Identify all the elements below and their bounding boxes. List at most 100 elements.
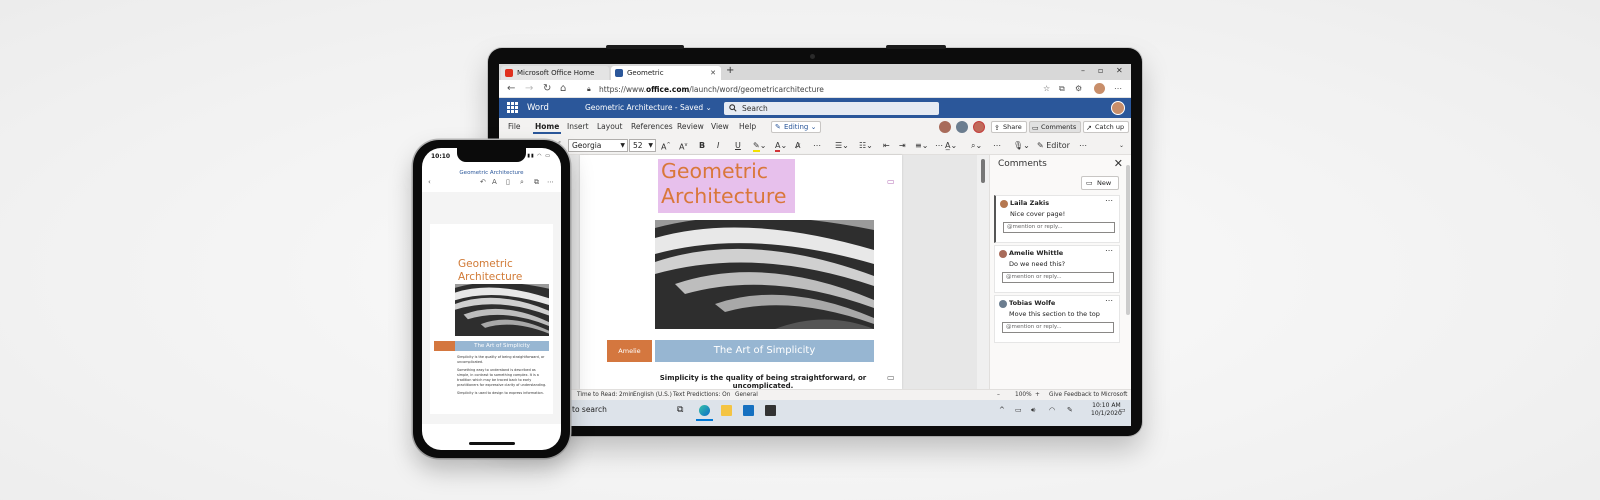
tab-references[interactable]: References (631, 118, 673, 136)
more-icon[interactable]: ⋯ (1079, 136, 1087, 155)
network-icon[interactable]: ▭ (1015, 400, 1022, 420)
editing-mode-button[interactable]: ✎ Editing ⌄ (771, 121, 822, 133)
new-tab-icon[interactable]: + (726, 64, 734, 78)
share-button[interactable]: ⇪ Share (991, 121, 1027, 133)
pen-icon[interactable]: ✎ (1067, 400, 1073, 420)
undo-icon[interactable]: ↶ (480, 178, 486, 186)
back-icon[interactable]: ‹ (428, 178, 431, 186)
coauthor-avatar[interactable] (973, 121, 985, 133)
increase-indent-icon[interactable]: ⇥ (899, 136, 906, 155)
find-icon[interactable]: ⌕⌄ (971, 136, 982, 155)
bullets-icon[interactable]: ☰⌄ (835, 136, 849, 155)
decrease-indent-icon[interactable]: ⇤ (883, 136, 890, 155)
architecture-photo[interactable] (655, 220, 874, 329)
document-scrollbar[interactable] (977, 155, 989, 389)
chevron-down-icon[interactable]: ⌄ (1119, 136, 1124, 155)
shrink-font-icon[interactable]: Av (679, 136, 687, 157)
favorites-star-icon[interactable]: ☆ (1043, 82, 1050, 96)
styles-icon[interactable]: A̲⌄ (945, 136, 957, 155)
comments-scrollbar[interactable] (1126, 165, 1130, 315)
share-icon[interactable]: ⧉ (534, 178, 539, 187)
scrollbar-thumb[interactable] (981, 159, 985, 183)
tab-insert[interactable]: Insert (567, 118, 589, 136)
dictate-icon[interactable]: 🎙︎⌄ (1013, 136, 1030, 155)
home-icon[interactable]: ⌂ (560, 82, 566, 96)
more-icon[interactable]: ⋯ (1114, 82, 1122, 96)
edge-icon[interactable] (696, 405, 713, 421)
app-name[interactable]: Word (527, 98, 549, 118)
zoom-out-icon[interactable]: – (997, 390, 1000, 400)
body-text[interactable]: Simplicity is the quality of being strai… (658, 374, 868, 390)
close-tab-icon[interactable]: ✕ (710, 66, 716, 80)
document-heading[interactable]: Geometric Architecture (658, 159, 795, 213)
catch-up-button[interactable]: ↗ Catch up (1083, 121, 1130, 133)
font-size-select[interactable]: 52 ▼ (629, 139, 656, 152)
editor-button[interactable]: ✎ Editor (1037, 136, 1070, 155)
grow-font-icon[interactable]: A^ (661, 136, 671, 157)
close-icon[interactable]: ✕ (1114, 157, 1123, 170)
tab-view[interactable]: View (711, 118, 729, 136)
refresh-icon[interactable]: ↻ (543, 82, 551, 96)
reply-input[interactable]: @mention or reply... (1003, 222, 1115, 233)
numbering-icon[interactable]: ☷⌄ (859, 136, 873, 155)
more-icon[interactable]: ⋯ (1105, 296, 1113, 305)
tab-home[interactable]: Home (532, 118, 562, 136)
wifi-icon[interactable]: ◠ (1049, 400, 1055, 420)
comment-card[interactable]: Amelie Whittle ⋯ Do we need this? @menti… (994, 245, 1120, 293)
browser-tab-document[interactable]: Geometric Architecture.docx ✕ (611, 66, 721, 91)
font-color-icon[interactable]: A⌄ (775, 136, 787, 155)
feedback-link[interactable]: Give Feedback to Microsoft (1049, 390, 1127, 400)
store-icon[interactable] (765, 405, 776, 416)
comments-button[interactable]: ▭ Comments (1029, 121, 1082, 133)
browser-tab-office-home[interactable]: Microsoft Office Home (501, 66, 609, 80)
user-avatar[interactable] (1111, 101, 1125, 115)
more-icon[interactable]: ⋯ (1105, 246, 1113, 255)
new-comment-button[interactable]: ▭ New (1081, 176, 1119, 190)
align-icon[interactable]: ≡⌄ (915, 136, 928, 155)
zoom-level[interactable]: 100% (1015, 390, 1032, 400)
language-status[interactable]: English (U.S.) (633, 390, 672, 400)
tray-chevron-icon[interactable]: ^ (999, 400, 1005, 420)
tab-layout[interactable]: Layout (597, 118, 623, 136)
reply-input[interactable]: @mention or reply... (1002, 322, 1114, 333)
more-icon[interactable]: ⋯ (993, 136, 1001, 155)
extensions-icon[interactable]: ⚙ (1075, 82, 1082, 96)
more-icon[interactable]: ⋯ (547, 178, 554, 186)
paragraph-spacing-icon[interactable]: ⋯ (935, 136, 943, 155)
home-indicator[interactable] (469, 442, 515, 445)
document-page[interactable]: Geometric Architecture Amelie Whittle Th… (580, 155, 902, 390)
phone-doc-heading[interactable]: Geometric Architecture (458, 258, 522, 284)
forward-icon[interactable]: → (525, 82, 533, 96)
more-icon[interactable]: ⋯ (1105, 196, 1113, 205)
maximize-icon[interactable]: ▫ (1098, 64, 1103, 78)
author-name[interactable]: Amelie Whittle (607, 340, 652, 377)
collections-icon[interactable]: ⧉ (1059, 82, 1065, 96)
app-launcher-icon[interactable] (507, 102, 518, 113)
tab-help[interactable]: Help (739, 118, 756, 136)
italic-icon[interactable]: I (717, 136, 719, 155)
document-title[interactable]: Geometric Architecture - Saved ⌄ (585, 98, 712, 118)
comment-card[interactable]: Tobias Wolfe ⋯ Move this section to the … (994, 295, 1120, 343)
tab-review[interactable]: Review (677, 118, 704, 136)
comment-indicator-icon[interactable]: ▭ (887, 373, 895, 382)
underline-icon[interactable]: U (735, 136, 741, 155)
comment-indicator-icon[interactable]: ▭ (887, 177, 895, 186)
zoom-in-icon[interactable]: + (1035, 390, 1040, 400)
sensitivity-status[interactable]: General (735, 390, 758, 400)
highlight-icon[interactable]: ✎⌄ (753, 136, 766, 155)
comment-card[interactable]: Laila Zakis ⋯ Nice cover page! @mention … (994, 195, 1120, 243)
back-icon[interactable]: ← (507, 82, 515, 96)
phone-body-text[interactable]: Simplicity is the quality of being strai… (457, 355, 547, 399)
volume-icon[interactable]: 🔊︎ (1031, 400, 1035, 420)
search-input[interactable]: Search (724, 102, 939, 115)
font-family-select[interactable]: Georgia ▼ (568, 139, 628, 152)
taskbar-search[interactable]: to search (572, 400, 607, 420)
profile-avatar[interactable] (1094, 83, 1105, 94)
text-predictions-status[interactable]: Text Predictions: On (673, 390, 730, 400)
task-view-icon[interactable]: ⧉ (677, 405, 688, 416)
coauthor-avatar[interactable] (939, 121, 951, 133)
more-icon[interactable]: ⋯ (813, 136, 821, 155)
reply-input[interactable]: @mention or reply... (1002, 272, 1114, 283)
taskbar-clock[interactable]: 10:10 AM 10/1/2020 (1091, 402, 1122, 417)
notifications-icon[interactable]: ▭ (1119, 400, 1126, 420)
